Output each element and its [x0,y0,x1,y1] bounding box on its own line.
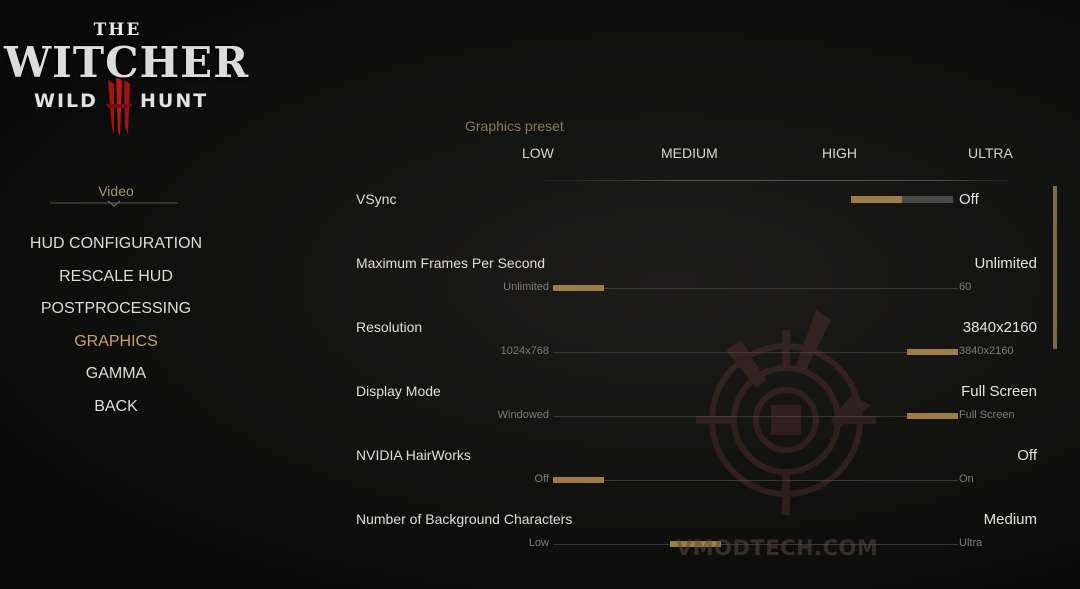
hairworks-min-label: Off [534,473,549,485]
bg-characters-value: Medium [983,511,1037,528]
settings-scrollbar[interactable] [1053,186,1057,349]
max-fps-value: Unlimited [974,255,1037,272]
vsync-value: Off [959,191,979,208]
hairworks-label: NVIDIA HairWorks [356,447,471,463]
setting-hairworks: NVIDIA HairWorks Off Off On [0,447,1080,507]
resolution-value: 3840x2160 [962,319,1037,336]
display-mode-value: Full Screen [961,383,1037,400]
max-fps-label: Maximum Frames Per Second [356,255,546,271]
preset-option-low[interactable]: LOW [522,145,554,161]
display-mode-min-label: Windowed [497,409,549,421]
watermark-text: VMODTECH.COM [676,536,879,560]
bg-characters-label: Number of Background Characters [356,511,573,527]
preset-option-high[interactable]: HIGH [822,145,857,161]
watermark-emblem-icon [696,310,876,515]
resolution-min-label: 1024x768 [500,345,549,357]
max-fps-min-label: Unlimited [503,281,549,293]
preset-title: Graphics preset [465,118,564,134]
vsync-toggle-fill [851,196,902,203]
preset-option-medium[interactable]: MEDIUM [661,145,718,161]
section-title-video: Video [98,183,134,199]
max-fps-slider-thumb[interactable] [553,285,604,291]
display-mode-slider-thumb[interactable] [907,413,958,419]
max-fps-slider-track[interactable] [553,288,958,289]
setting-max-fps: Maximum Frames Per Second Unlimited Unli… [0,255,1080,315]
section-divider [50,200,178,207]
vsync-label: VSync [356,191,397,207]
resolution-max-label: 3840x2160 [959,345,1014,357]
hairworks-slider-thumb[interactable] [553,477,604,483]
witcher-logo: THE WITCHER WILD HUNT [0,18,248,140]
display-mode-max-label: Full Screen [959,409,1015,421]
setting-resolution: Resolution 3840x2160 1024x768 3840x2160 [0,319,1080,379]
preset-divider [540,180,1010,181]
max-fps-max-label: 60 [959,281,972,293]
logo-wild: WILD [34,90,98,112]
vsync-toggle[interactable] [851,196,953,203]
hairworks-value: Off [1017,447,1037,464]
bg-characters-min-label: Low [528,537,549,549]
setting-background-characters: Number of Background Characters Medium L… [0,511,1080,571]
logo-hunt: HUNT [140,90,209,112]
bg-characters-max-label: Ultra [959,537,983,549]
preset-options: LOW MEDIUM HIGH ULTRA [0,145,1080,163]
logo-the: THE [93,20,142,40]
setting-display-mode: Display Mode Full Screen Windowed Full S… [0,383,1080,443]
display-mode-label: Display Mode [356,383,441,399]
resolution-label: Resolution [356,319,423,335]
resolution-slider-thumb[interactable] [907,349,958,355]
logo-wolf-claw-icon [106,78,132,136]
preset-option-ultra[interactable]: ULTRA [968,145,1013,161]
hairworks-max-label: On [959,473,974,485]
